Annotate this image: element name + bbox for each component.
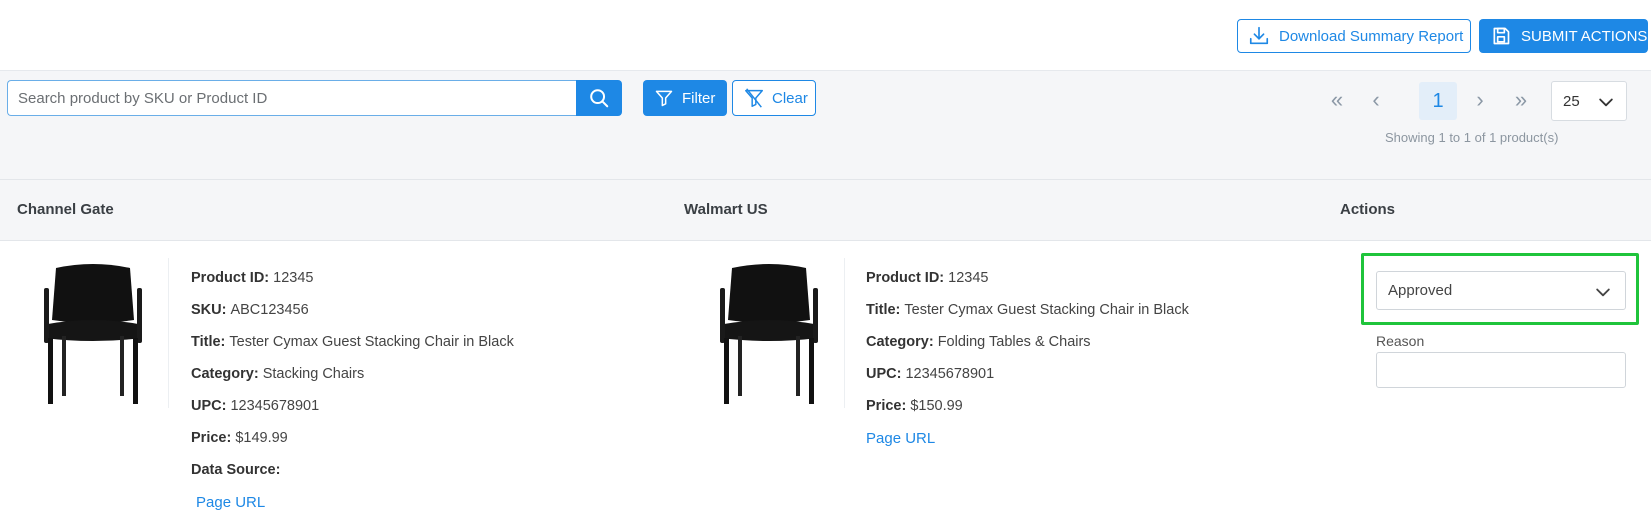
last-page-button[interactable]: » xyxy=(1505,82,1537,118)
wm-category: Category: Folding Tables & Chairs xyxy=(866,334,1091,350)
download-summary-report-label: Download Summary Report xyxy=(1279,27,1464,45)
filter-button[interactable]: Filter xyxy=(643,80,727,116)
status-select-value: Approved xyxy=(1388,282,1453,299)
cg-category: Category: Stacking Chairs xyxy=(191,366,365,382)
prev-page-button[interactable]: ‹ xyxy=(1360,82,1392,118)
chair-image xyxy=(44,264,142,404)
filter-label: Filter xyxy=(682,89,716,107)
column-header-walmart-us: Walmart US xyxy=(684,201,768,218)
download-summary-report-button[interactable]: Download Summary Report xyxy=(1237,19,1471,53)
search-icon xyxy=(590,89,609,108)
wm-upc: UPC: 12345678901 xyxy=(866,366,995,382)
cg-upc: UPC: 12345678901 xyxy=(191,398,320,414)
walmart-product-image xyxy=(694,258,845,408)
column-header-actions: Actions xyxy=(1340,201,1396,218)
current-page-button[interactable]: 1 xyxy=(1419,82,1457,120)
cg-page-url-link[interactable]: Page URL xyxy=(196,494,265,511)
column-header-channel-gate: Channel Gate xyxy=(17,201,114,218)
chevron-down-icon xyxy=(1596,288,1610,297)
wm-page-url-link[interactable]: Page URL xyxy=(866,430,935,447)
cg-title: Title: Tester Cymax Guest Stacking Chair … xyxy=(191,334,514,350)
status-select[interactable]: Approved xyxy=(1376,271,1626,310)
submit-actions-label: SUBMIT ACTIONS xyxy=(1521,27,1648,45)
filter-icon xyxy=(655,90,673,107)
clear-label: Clear xyxy=(772,89,808,107)
double-chevron-right-icon: » xyxy=(1514,87,1528,112)
top-bar: Download Summary Report SUBMIT ACTIONS xyxy=(0,0,1651,71)
reason-label: Reason xyxy=(1376,333,1425,349)
reason-input[interactable] xyxy=(1376,352,1626,388)
filter-clear-icon xyxy=(745,88,763,108)
toolbar: Filter Clear « ‹ 1 › » 25 Showing 1 to 1… xyxy=(0,71,1651,180)
cg-sku: SKU: ABC123456 xyxy=(191,302,309,318)
save-icon xyxy=(1493,27,1510,45)
chevron-down-icon xyxy=(1599,98,1613,107)
wm-price: Price: $150.99 xyxy=(866,398,963,414)
table-header: Channel Gate Walmart US Actions xyxy=(0,180,1651,241)
current-page-number: 1 xyxy=(1432,89,1444,112)
wm-title: Title: Tester Cymax Guest Stacking Chair … xyxy=(866,302,1189,318)
search-button[interactable] xyxy=(576,80,622,116)
chevron-left-icon: ‹ xyxy=(1372,87,1380,112)
search-input[interactable] xyxy=(7,80,577,116)
wm-product-id: Product ID: 12345 xyxy=(866,270,989,286)
first-page-button[interactable]: « xyxy=(1321,82,1353,118)
cg-price: Price: $149.99 xyxy=(191,430,288,446)
chevron-right-icon: › xyxy=(1476,87,1484,112)
page-size-select[interactable]: 25 xyxy=(1551,81,1627,121)
chair-image xyxy=(720,264,818,404)
cg-product-id: Product ID: 12345 xyxy=(191,270,314,286)
cg-data-source: Data Source: xyxy=(191,462,281,478)
clear-filter-button[interactable]: Clear xyxy=(732,80,816,116)
download-icon xyxy=(1249,26,1269,45)
double-chevron-left-icon: « xyxy=(1330,87,1344,112)
next-page-button[interactable]: › xyxy=(1464,82,1496,118)
channel-gate-product-image xyxy=(18,258,169,408)
showing-count-text: Showing 1 to 1 of 1 product(s) xyxy=(1385,130,1559,145)
page-size-value: 25 xyxy=(1563,92,1580,110)
submit-actions-button[interactable]: SUBMIT ACTIONS xyxy=(1479,19,1648,53)
